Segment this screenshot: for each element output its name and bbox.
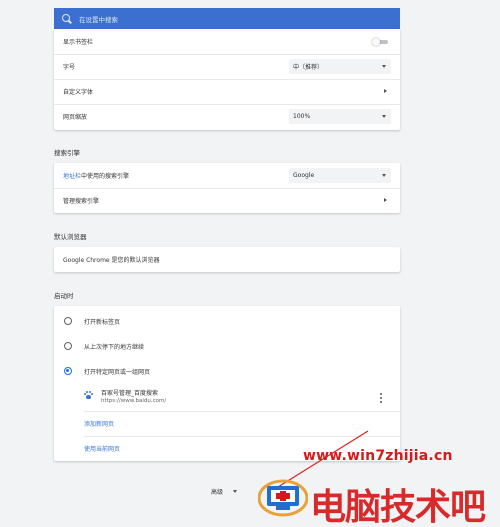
watermark-url: www.win7zhijia.cn xyxy=(303,448,453,464)
computer-logo-icon xyxy=(258,479,308,517)
watermark-text: 电脑技术吧 xyxy=(310,487,486,527)
